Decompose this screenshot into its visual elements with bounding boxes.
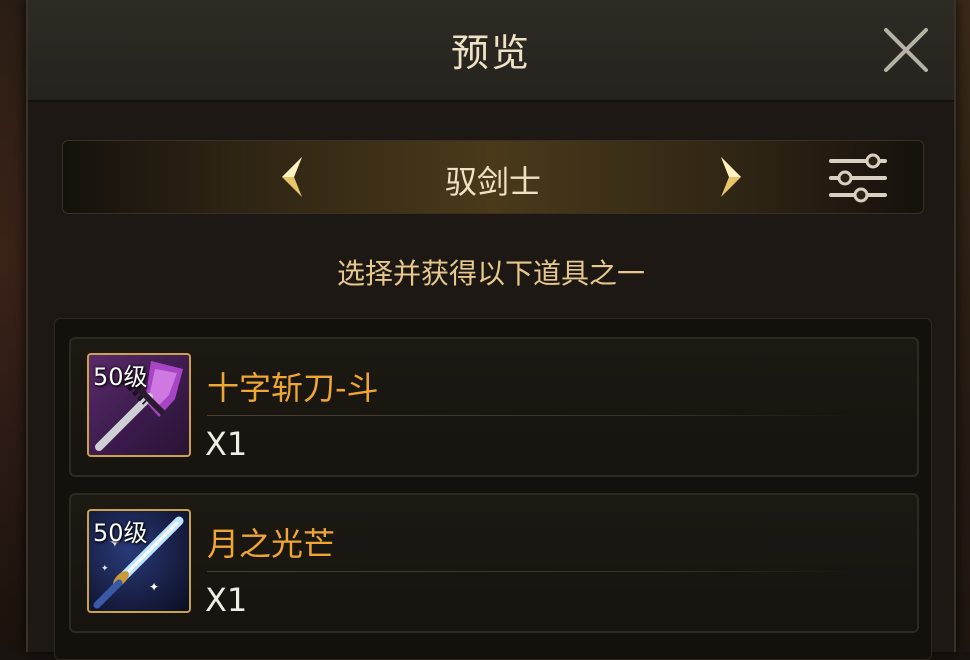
item-list: 50级 十字斩刀-斗 X1 ✦ ✦ ✦ 50级 月之光芒 X1 <box>54 318 932 660</box>
preview-dialog: 预览 驭剑士 选择并获得以下道具之一 50级 十字斩刀-斗 X1 ✦ ✦ ✦ 5… <box>26 0 956 660</box>
item-quantity: X1 <box>205 425 248 463</box>
item-divider <box>207 415 857 416</box>
item-divider <box>207 571 857 572</box>
list-item[interactable]: ✦ ✦ ✦ 50级 月之光芒 X1 <box>69 493 919 633</box>
moonlight-sword-icon: ✦ ✦ ✦ 50级 <box>87 509 191 613</box>
dialog-title: 预览 <box>450 31 531 75</box>
list-item[interactable]: 50级 十字斩刀-斗 X1 <box>69 337 919 477</box>
chevron-right-icon[interactable] <box>715 155 747 199</box>
class-selector: 驭剑士 <box>62 140 924 214</box>
svg-text:✦: ✦ <box>149 580 159 594</box>
item-level-badge: 50级 <box>93 363 148 391</box>
filter-settings-icon[interactable] <box>827 153 889 203</box>
svg-text:✦: ✦ <box>101 564 109 574</box>
purple-sword-icon: 50级 <box>87 353 191 457</box>
item-name: 月之光芒 <box>207 525 336 563</box>
dialog-header: 预览 <box>28 0 954 102</box>
item-quantity: X1 <box>205 581 248 619</box>
class-name: 驭剑士 <box>444 163 541 201</box>
item-level-badge: 50级 <box>93 519 148 547</box>
instruction-text: 选择并获得以下道具之一 <box>336 257 645 290</box>
item-name: 十字斩刀-斗 <box>207 369 379 407</box>
close-icon[interactable] <box>880 24 932 76</box>
